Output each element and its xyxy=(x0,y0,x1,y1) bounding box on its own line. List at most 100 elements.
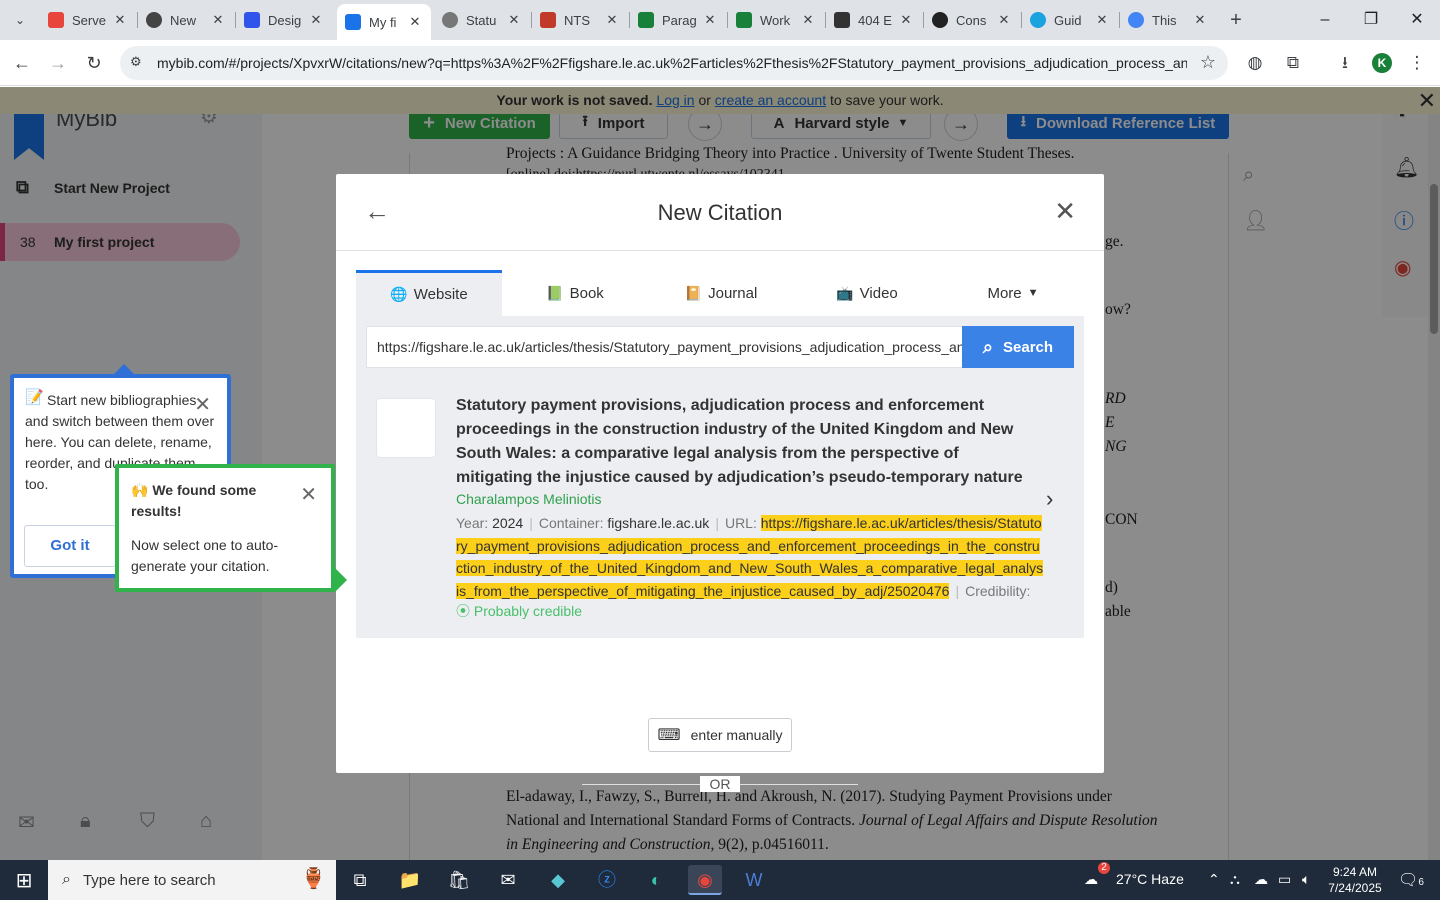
close-icon[interactable]: ✕ xyxy=(407,14,423,30)
site-info-icon[interactable]: ⚙ xyxy=(130,54,148,72)
tray-app-icon[interactable]: ⛬ xyxy=(1230,871,1240,888)
volume-icon[interactable]: 🔈︎ xyxy=(1302,871,1310,888)
cloud-icon[interactable]: ☁ xyxy=(1254,871,1268,888)
translate-icon[interactable]: ◍ xyxy=(1244,52,1266,74)
system-clock[interactable]: 9:24 AM 7/24/2025 xyxy=(1326,864,1384,896)
url-label: URL: xyxy=(724,515,757,531)
forward-arrow-icon[interactable]: → xyxy=(45,50,71,76)
close-icon[interactable]: ✕ xyxy=(194,392,211,417)
weather-text[interactable]: 27°C Haze xyxy=(1116,871,1184,887)
tab-favicon-icon xyxy=(146,12,162,28)
browser-tab[interactable]: Desig ✕ xyxy=(236,4,332,36)
close-icon[interactable]: ✕ xyxy=(300,482,317,507)
taskbar-search-box[interactable]: ⌕ Type here to search 🏺 xyxy=(48,860,336,900)
meta-separator: | xyxy=(715,515,719,531)
tab-journal[interactable]: 📔 Journal xyxy=(648,270,794,316)
bookmark-star-icon[interactable]: ☆ xyxy=(1200,52,1216,73)
page: Your work is not saved. Log in or create… xyxy=(0,87,1440,860)
browser-tab[interactable]: New ✕ xyxy=(138,4,234,36)
store-icon[interactable]: 🛍 xyxy=(442,865,476,895)
tab-title: Desig xyxy=(268,12,302,28)
extensions-icon[interactable]: ⧉ xyxy=(1282,52,1304,74)
address-bar[interactable]: ⚙ mybib.com/#/projects/XpvxrW/citations/… xyxy=(120,46,1228,80)
close-icon[interactable]: ✕ xyxy=(702,12,718,28)
zoom-icon[interactable]: ⓩ xyxy=(590,865,624,895)
chrome-icon[interactable]: ◉ xyxy=(688,865,722,895)
tooltip-arrow xyxy=(114,364,134,374)
network-icon[interactable]: ▭ xyxy=(1278,871,1291,888)
result-thumbnail xyxy=(376,398,436,458)
close-icon[interactable]: ✕ xyxy=(898,12,914,28)
journal-icon: 📔 xyxy=(684,284,703,301)
search-panel: https://figshare.le.ac.uk/articles/thesi… xyxy=(356,316,1084,638)
minimize-icon[interactable]: – xyxy=(1311,6,1339,34)
search-result-item[interactable]: Statutory payment provisions, adjudicati… xyxy=(356,376,1084,638)
result-author: Charalampos Meliniotis xyxy=(456,491,602,507)
modal-header: ← New Citation ✕ xyxy=(336,174,1104,251)
new-tab-plus-icon[interactable]: + xyxy=(1224,8,1248,32)
browser-tab[interactable]: Cons ✕ xyxy=(924,4,1020,36)
close-icon[interactable]: ✕ xyxy=(996,12,1012,28)
task-view-icon[interactable]: ⧉ xyxy=(343,865,377,895)
weather-badge: 2 xyxy=(1098,862,1110,874)
kebab-menu-icon[interactable]: ⋮ xyxy=(1406,52,1428,74)
tab-search-icon[interactable]: ⌄ xyxy=(8,8,32,32)
or-separator: OR xyxy=(700,776,740,792)
restore-icon[interactable]: ❐ xyxy=(1357,6,1385,34)
close-icon[interactable]: ✕ xyxy=(506,12,522,28)
chevron-up-icon[interactable]: ⌃ xyxy=(1208,871,1220,888)
url-search-input[interactable]: https://figshare.le.ac.uk/articles/thesi… xyxy=(366,326,963,368)
browser-tab[interactable]: Work ✕ xyxy=(728,4,824,36)
browser-tab[interactable]: This ✕ xyxy=(1120,4,1216,36)
tab-label: More xyxy=(987,284,1022,302)
browser-tab[interactable]: 404 E ✕ xyxy=(826,4,922,36)
tab-book[interactable]: 📗 Book xyxy=(502,270,648,316)
tab-title: Serve xyxy=(72,12,106,28)
notification-count: 6 xyxy=(1418,877,1424,888)
notification-icon[interactable]: 🗨6 xyxy=(1398,870,1424,890)
search-button[interactable]: ⌕ Search xyxy=(962,326,1074,368)
window-close-icon[interactable]: ✕ xyxy=(1403,6,1431,34)
got-it-button[interactable]: Got it xyxy=(24,525,116,567)
mail-icon[interactable]: ✉ xyxy=(491,865,525,895)
edge-icon[interactable]: ◐ xyxy=(639,865,673,895)
close-icon[interactable]: ✕ xyxy=(800,12,816,28)
mybib-favicon-icon xyxy=(345,14,361,30)
back-arrow-icon[interactable]: ← xyxy=(9,50,35,76)
file-explorer-icon[interactable]: 📁 xyxy=(393,865,427,895)
close-icon[interactable]: ✕ xyxy=(1094,12,1110,28)
download-icon[interactable]: ⭳ xyxy=(1334,52,1356,74)
search-button-label: Search xyxy=(1003,338,1054,356)
reload-icon[interactable]: ↻ xyxy=(81,50,107,76)
browser-tab[interactable]: Guid ✕ xyxy=(1022,4,1118,36)
google-favicon-icon xyxy=(1128,12,1144,28)
chevron-right-icon[interactable]: › xyxy=(1046,486,1053,512)
tooltip-arrow xyxy=(335,568,347,592)
url-text[interactable]: mybib.com/#/projects/XpvxrW/citations/ne… xyxy=(157,55,1187,71)
weather-icon[interactable]: ☁ xyxy=(1084,871,1098,888)
tab-more[interactable]: More ▼ xyxy=(940,270,1086,316)
tab-label: Book xyxy=(569,284,604,302)
tab-video[interactable]: 📺 Video xyxy=(794,270,940,316)
word-icon[interactable]: W xyxy=(737,865,771,895)
results-tip-title-text: We found some results! xyxy=(131,482,257,519)
tab-website[interactable]: 🌐 Website xyxy=(356,270,502,316)
browser-tab-active[interactable]: My fi ✕ xyxy=(337,4,431,40)
close-icon[interactable]: ✕ xyxy=(604,12,620,28)
close-icon[interactable]: ✕ xyxy=(1054,196,1076,227)
close-icon[interactable]: ✕ xyxy=(112,12,128,28)
windows-start-icon[interactable]: ⊞ xyxy=(8,868,40,892)
enter-manually-button[interactable]: ⌨ enter manually xyxy=(648,718,792,752)
search-highlight-icon: 🏺 xyxy=(301,868,326,890)
close-icon[interactable]: ✕ xyxy=(210,12,226,28)
browser-tab[interactable]: Serve ✕ xyxy=(40,4,136,36)
browser-tab[interactable]: NTS ✕ xyxy=(532,4,628,36)
close-icon[interactable]: ✕ xyxy=(308,12,324,28)
container-label: Container: xyxy=(538,515,604,531)
app-diamond-icon[interactable]: ◆ xyxy=(541,865,575,895)
browser-tab[interactable]: Statu ✕ xyxy=(434,4,530,36)
close-icon[interactable]: ✕ xyxy=(1192,12,1208,28)
browser-tab[interactable]: Parag ✕ xyxy=(630,4,726,36)
tab-title: This xyxy=(1152,12,1177,28)
profile-avatar[interactable]: K xyxy=(1372,53,1392,73)
